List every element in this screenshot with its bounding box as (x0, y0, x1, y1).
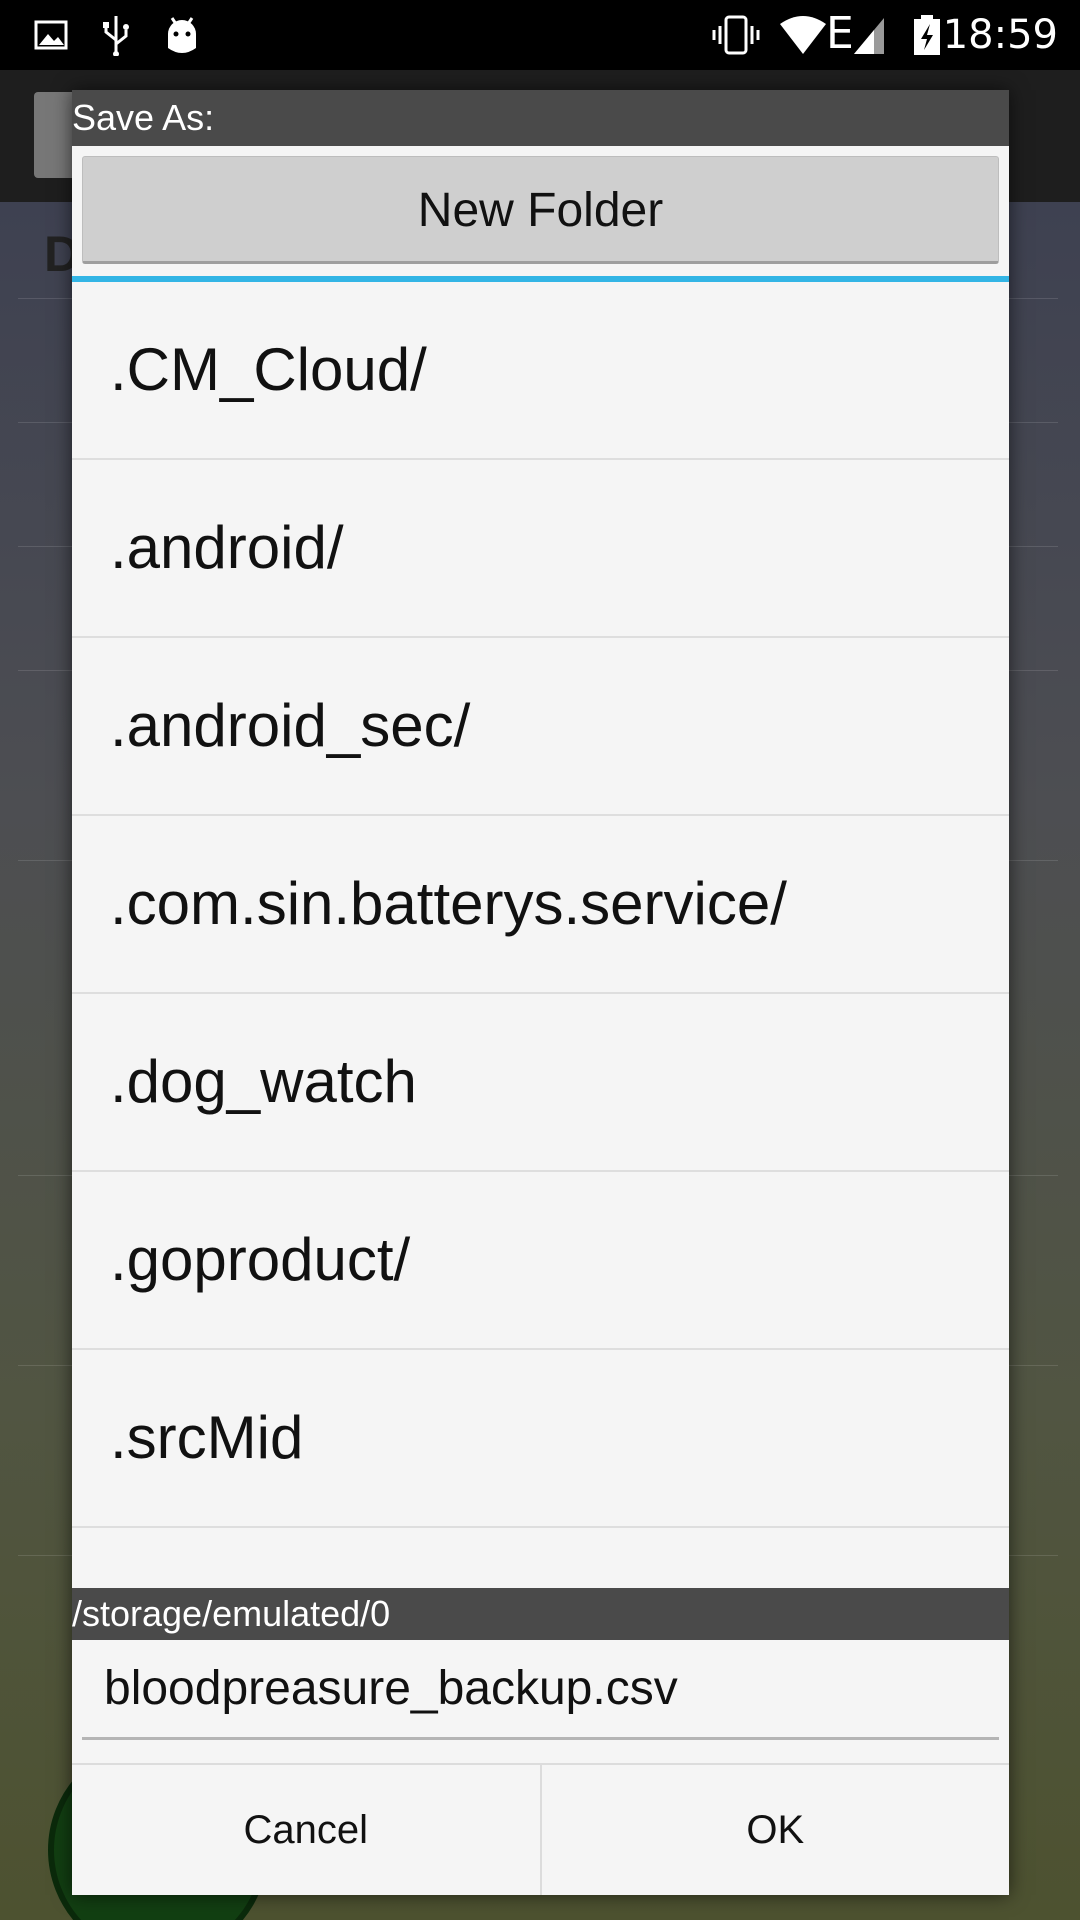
new-folder-button[interactable]: New Folder (82, 156, 999, 264)
folder-item[interactable]: .dog_watch (72, 994, 1009, 1172)
folder-item[interactable]: .com.sin.batterys.service/ (72, 816, 1009, 994)
cancel-button[interactable]: Cancel (72, 1765, 540, 1895)
ok-button[interactable]: OK (539, 1765, 1009, 1895)
screen: E 18:59 D Save As: New Folder .CM_Cloud/… (0, 0, 1080, 1920)
current-path: /storage/emulated/0 (72, 1588, 1009, 1640)
dialog-title: Save As: (72, 90, 1009, 146)
network-type-label: E (826, 8, 854, 59)
folder-item[interactable]: .goproduct/ (72, 1172, 1009, 1350)
wifi-icon (780, 16, 826, 54)
folder-item[interactable]: .android_sec/ (72, 638, 1009, 816)
vibrate-icon (712, 15, 760, 55)
battery-charging-icon (914, 15, 940, 55)
folder-item[interactable]: .android/ (72, 460, 1009, 638)
save-as-dialog: Save As: New Folder .CM_Cloud/ .android/… (72, 90, 1009, 1895)
android-debug-icon (168, 17, 196, 53)
dialog-button-row: Cancel OK (72, 1763, 1009, 1895)
filename-field[interactable] (82, 1640, 999, 1740)
clock: 18:59 (942, 12, 1058, 58)
signal-edge-icon (854, 18, 884, 54)
status-bar: E 18:59 (0, 0, 1080, 70)
folder-list[interactable]: .CM_Cloud/ .android/ .android_sec/ .com.… (72, 282, 1009, 1588)
folder-item[interactable]: .CM_Cloud/ (72, 282, 1009, 460)
image-icon (34, 20, 68, 50)
usb-icon (103, 16, 129, 56)
folder-item[interactable]: .srcMid (72, 1350, 1009, 1528)
